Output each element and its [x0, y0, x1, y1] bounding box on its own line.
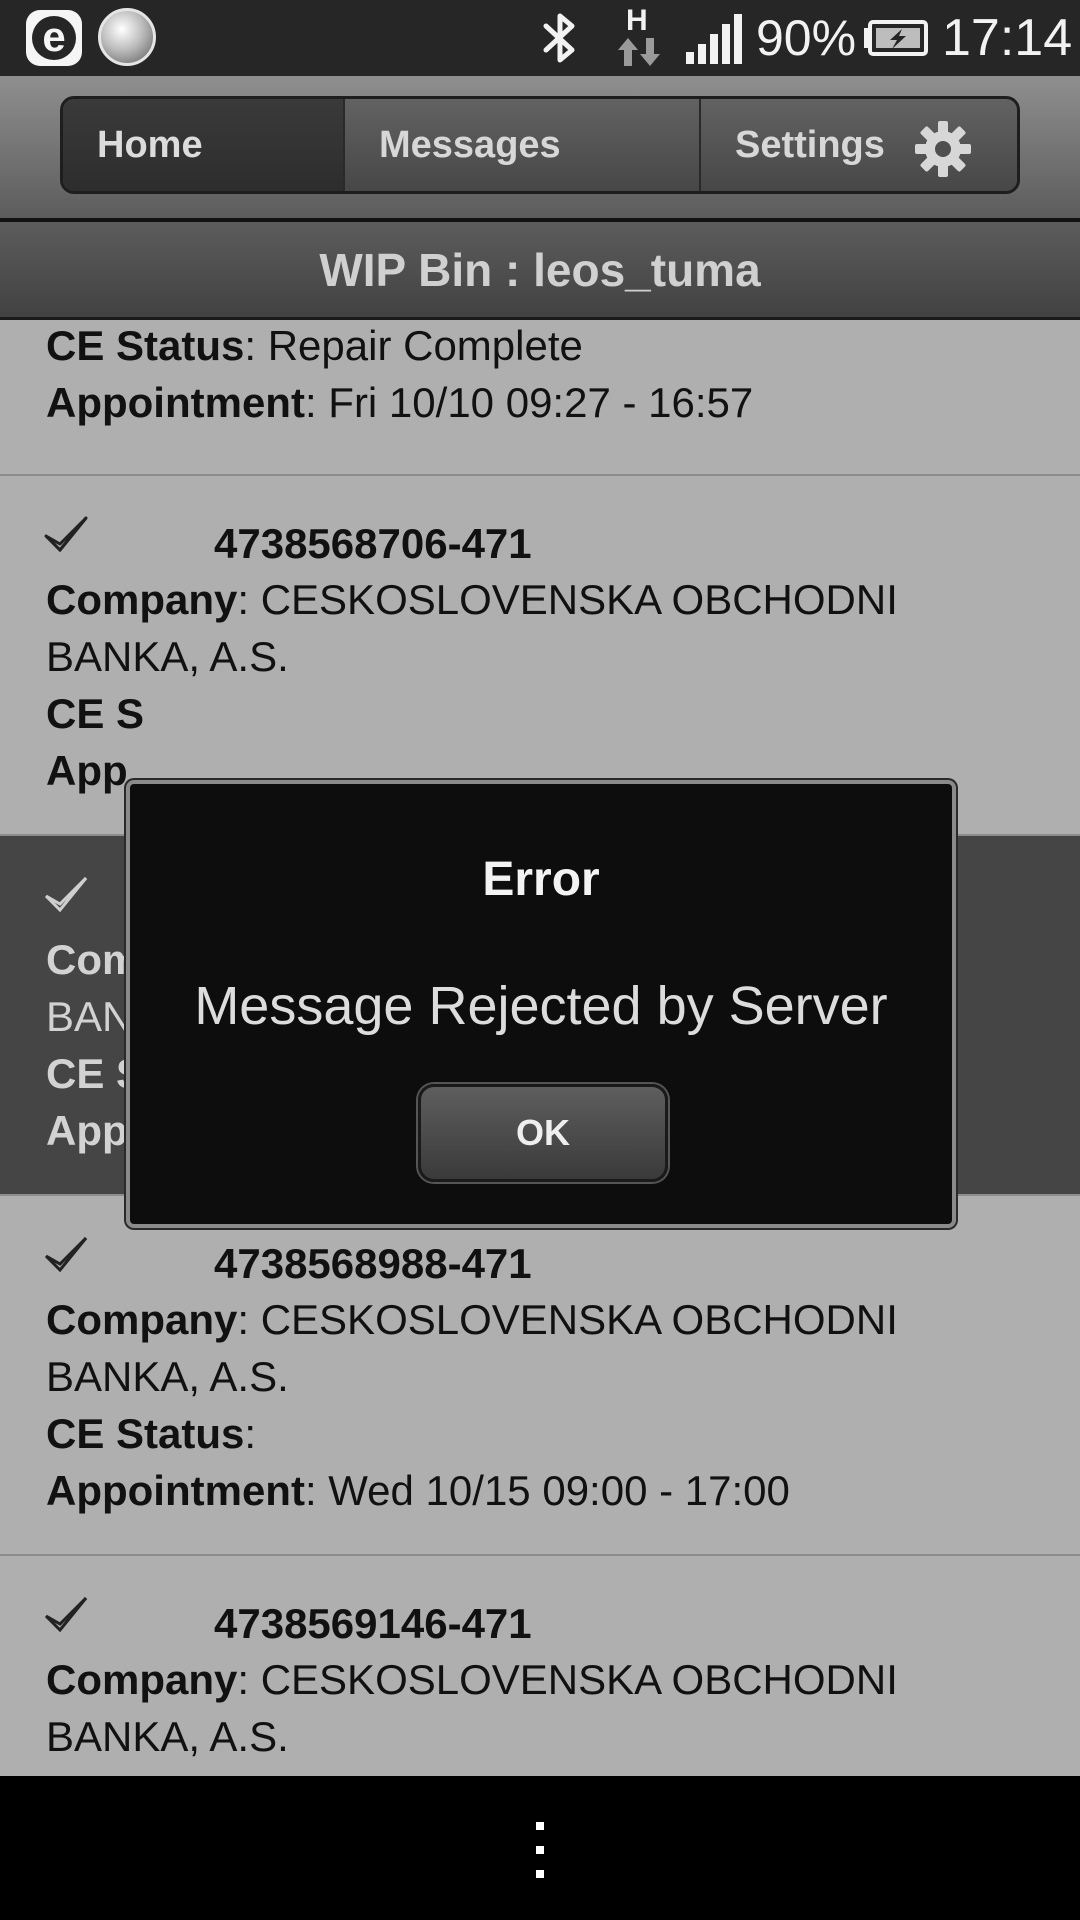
item-id: 4738569146-471 [214, 1600, 532, 1647]
tab-messages-label: Messages [379, 123, 561, 166]
ball-app-icon [98, 8, 156, 66]
battery-charging-icon [864, 20, 928, 56]
nav-bar [0, 1776, 1080, 1920]
page-title: WIP Bin : leos_tuma [319, 244, 761, 296]
item-id: 4738568988-471 [214, 1240, 532, 1287]
tab-home-label: Home [97, 123, 203, 166]
list-item[interactable]: 4738569146-471 Company: CESKOSLOVENSKA O… [0, 1556, 1080, 1776]
battery-percent: 90% [756, 10, 857, 66]
item-appointment-line: App [46, 747, 128, 794]
network-type-label: H [626, 4, 648, 37]
item-company-line-2: BANKA, A.S. [46, 633, 289, 680]
tab-messages[interactable]: Messages [343, 99, 699, 191]
tab-area: Home Messages Settings [0, 76, 1080, 218]
tab-bar: Home Messages Settings [60, 96, 1020, 194]
item-company-line: Company: CESKOSLOVENSKA OBCHODNI [46, 576, 898, 623]
item-ce-status-line: CE S [46, 690, 145, 737]
app-screen: Home Messages Settings WIP Bin: leos_tu… [0, 76, 1080, 1776]
title-bar: WIP Bin : leos_tuma [0, 222, 1080, 320]
item-company-line-2: BANKA, A.S. [46, 1713, 289, 1760]
checkmark-icon[interactable] [42, 1592, 90, 1640]
checkmark-icon[interactable] [42, 512, 90, 560]
dialog-title: Error [482, 853, 600, 906]
item-appointment-line: Appointment: Wed 10/15 09:00 - 17:00 [46, 1467, 790, 1514]
ok-button[interactable]: OK [418, 1084, 668, 1182]
tab-settings[interactable]: Settings [699, 99, 1017, 191]
h-network-icon: H [612, 4, 666, 70]
overflow-menu-icon[interactable] [526, 1820, 554, 1880]
item-company-line-2: BANKA, A.S. [46, 1353, 289, 1400]
bluetooth-icon [543, 13, 575, 63]
item-ce-status-line: CE Status: [46, 1410, 257, 1457]
signal-icon [686, 14, 742, 64]
gear-icon [915, 121, 971, 177]
item-company-line: Company: CESKOSLOVENSKA OBCHODNI [46, 1296, 898, 1343]
error-dialog: Error Message Rejected by Server OK [126, 780, 956, 1228]
dialog-message: Message Rejected by Server [194, 976, 888, 1036]
status-bar: e H 90% 17:14 [0, 0, 1080, 76]
clock: 17:14 [942, 9, 1073, 67]
list-item[interactable]: 4738568988-471 Company: CESKOSLOVENSKA O… [0, 1196, 1080, 1556]
tab-settings-label: Settings [735, 123, 885, 166]
item-company-line: Company: CESKOSLOVENSKA OBCHODNI [46, 1656, 898, 1703]
item-company-line-2: BAN [46, 993, 133, 1040]
list-item[interactable]: CE Status: Repair Complete Appointment: … [0, 320, 1080, 476]
item-appointment-line: App [46, 1107, 128, 1154]
item-appointment-line: Appointment: Fri 10/10 09:27 - 16:57 [46, 379, 754, 426]
e-app-icon: e [26, 10, 82, 66]
checkmark-icon[interactable] [42, 872, 90, 920]
item-id: 4738568706-471 [214, 520, 532, 567]
checkmark-icon[interactable] [42, 1232, 90, 1280]
tab-home[interactable]: Home [63, 99, 343, 191]
item-ce-status-line: CE Status: Repair Complete [46, 322, 583, 369]
